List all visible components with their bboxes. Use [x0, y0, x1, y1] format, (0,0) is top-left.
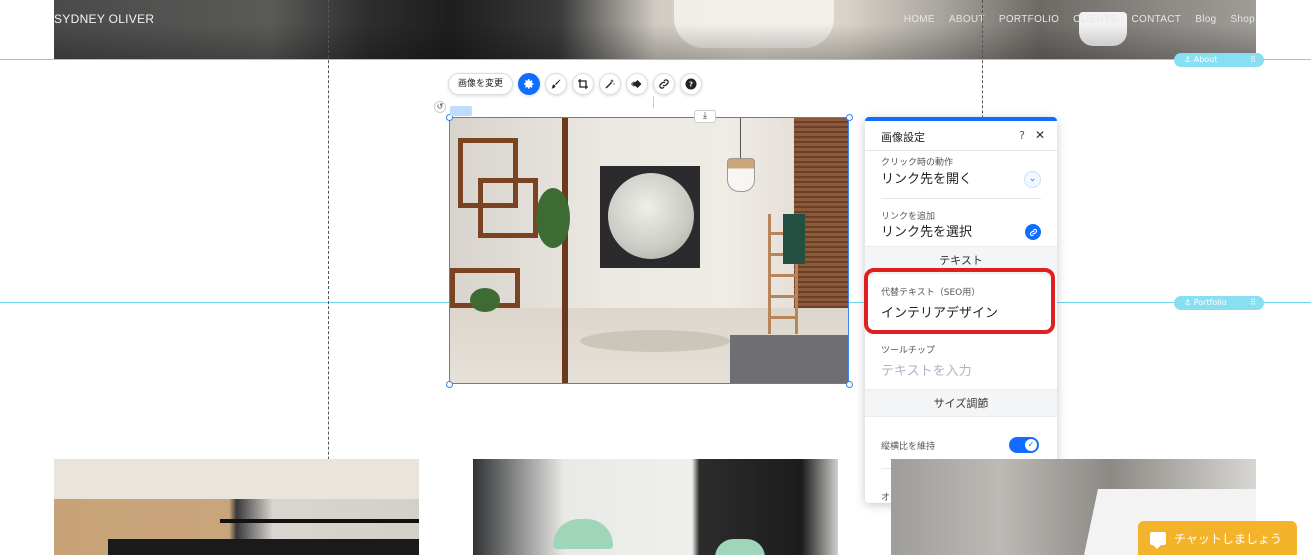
anchor-portfolio-label: Portfolio [1193, 298, 1227, 307]
anchor-about[interactable]: ⚓ About ⠿ [1174, 53, 1264, 67]
nav-blog[interactable]: Blog [1195, 14, 1216, 25]
chat-label: チャットしましょう [1174, 531, 1282, 546]
alt-text-highlight [864, 268, 1055, 334]
panel-header: 画像設定 ? ✕ [865, 121, 1057, 151]
panel-title: 画像設定 [881, 131, 925, 144]
anchor-portfolio[interactable]: ⚓ Portfolio ⠿ [1174, 296, 1264, 310]
image-sofa [730, 335, 848, 383]
site-name[interactable]: SYDNEY OLIVER [54, 12, 154, 26]
paint-brush-icon[interactable] [545, 73, 568, 95]
resize-handle-bottom-right[interactable] [846, 381, 853, 388]
image-toolbar: 画像を変更 ? [448, 73, 703, 95]
gallery-image-1[interactable] [54, 459, 419, 555]
resize-handle-top-right[interactable] [846, 114, 853, 121]
panel-help-icon[interactable]: ? [1019, 129, 1025, 142]
nav-home[interactable]: HOME [904, 14, 935, 25]
check-icon: ✓ [1025, 439, 1037, 451]
nav-about[interactable]: ABOUT [949, 14, 985, 25]
select-link-field[interactable]: リンク先を選択 [881, 221, 972, 240]
gear-icon[interactable] [518, 73, 541, 95]
chat-button[interactable]: チャットしましょう [1138, 521, 1297, 555]
chat-bubble-icon [1150, 531, 1166, 549]
nav-portfolio[interactable]: PORTFOLIO [999, 14, 1059, 25]
gallery-lamp-shade [553, 519, 613, 549]
anchor-about-label: About [1193, 55, 1218, 64]
anchor-icon: ⚓ [1184, 298, 1194, 307]
drag-handle-icon[interactable]: ⠿ [1250, 53, 1256, 67]
tooltip-label: ツールチップ [881, 346, 936, 356]
hero-image[interactable] [54, 0, 1256, 60]
gallery-ceiling [54, 459, 419, 499]
download-icon[interactable]: ⤓ [694, 110, 716, 123]
resize-handle-bottom-left[interactable] [446, 381, 453, 388]
click-action-dropdown[interactable]: リンク先を開く [881, 168, 972, 187]
tooltip-input[interactable]: テキストを入力 [881, 360, 972, 379]
editor-canvas: SYDNEY OLIVER HOME ABOUT PORTFOLIO CLIEN… [0, 0, 1311, 555]
crop-icon[interactable] [572, 73, 595, 95]
image-lamp-cord [740, 118, 741, 158]
anchor-guide-about [0, 59, 1311, 60]
hero-shade [54, 0, 1256, 60]
keep-ratio-toggle[interactable]: ✓ [1009, 437, 1039, 453]
magic-wand-icon[interactable] [599, 73, 622, 95]
gallery-track-light [220, 519, 419, 523]
drag-handle-icon[interactable]: ⠿ [1250, 296, 1256, 310]
selected-image[interactable] [449, 117, 849, 384]
chevron-down-icon[interactable]: ⌄ [1024, 171, 1041, 188]
gallery-bar [108, 539, 419, 555]
svg-text:?: ? [689, 81, 693, 89]
image-rug [580, 330, 730, 352]
image-plant [536, 188, 570, 248]
divider [881, 198, 1041, 199]
nav-clients[interactable]: CLIENTS [1073, 14, 1117, 25]
toolbar-connector [653, 96, 654, 108]
image-shelf-box [478, 178, 538, 238]
image-plant [470, 288, 500, 312]
nav-shop[interactable]: Shop [1230, 14, 1255, 25]
section-size-header: サイズ調節 [865, 389, 1057, 417]
panel-close-icon[interactable]: ✕ [1035, 128, 1045, 142]
animation-icon[interactable] [626, 73, 649, 95]
anchor-icon: ⚓ [1184, 55, 1194, 64]
keep-ratio-label: 縦横比を維持 [881, 442, 936, 452]
image-towel [783, 214, 805, 264]
gallery-lamp-shade [715, 539, 765, 555]
help-icon[interactable]: ? [680, 73, 703, 95]
gallery-image-2[interactable] [473, 459, 838, 555]
selection-tag [450, 106, 472, 116]
change-image-button[interactable]: 画像を変更 [448, 73, 514, 95]
site-nav: HOME ABOUT PORTFOLIO CLIENTS CONTACT Blo… [904, 14, 1255, 25]
click-action-label: クリック時の動作 [881, 158, 954, 168]
link-icon[interactable] [1025, 224, 1041, 240]
link-icon[interactable] [653, 73, 676, 95]
image-artwork [608, 173, 694, 259]
rotate-icon[interactable]: ↺ [434, 101, 446, 113]
nav-contact[interactable]: CONTACT [1132, 14, 1182, 25]
image-lamp [727, 158, 755, 192]
